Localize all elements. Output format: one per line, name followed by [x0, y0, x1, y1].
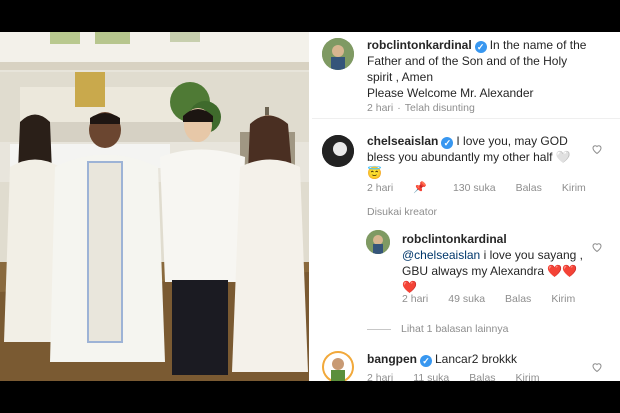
reply-time: 2 hari — [402, 293, 429, 305]
comment-3: bangpen ✓ Lancar2 brokkk — [367, 351, 602, 367]
verified-badge-icon: ✓ — [441, 137, 454, 149]
commenter-avatar[interactable] — [322, 351, 354, 381]
reply-line-2: GBU always my Alexandra — [402, 264, 545, 278]
comment-1: chelseaislan ✓ I love you, may GOD bless y… — [367, 133, 602, 181]
post-caption: robclintonkardinal ✓ In the name of the Fa… — [367, 37, 617, 101]
reply-meta: 2 hari 49 suka Balas Kirim — [402, 293, 595, 305]
comment-3-reply-button[interactable]: Balas — [469, 372, 495, 381]
caption-line-1: In the name of the — [489, 38, 587, 52]
comment-3-likes[interactable]: 11 suka — [413, 372, 449, 381]
comment-1-send-button[interactable]: Kirim — [562, 182, 586, 194]
red-heart-emoji: ❤️ — [402, 280, 417, 294]
reply-mention-link[interactable]: @chelseaislan — [402, 248, 480, 262]
verified-badge-icon: ✓ — [474, 41, 487, 53]
comment-1-reply-button[interactable]: Balas — [516, 182, 542, 194]
comments-panel: robclintonkardinal ✓ In the name of the Fa… — [312, 32, 620, 381]
avatar-image — [366, 230, 390, 254]
pin-icon[interactable]: 📌 — [413, 182, 427, 194]
post-edited-label: Telah disunting — [404, 102, 475, 114]
comment-1-line-1: I love you, may GOD — [456, 134, 568, 148]
post-meta: 2 hari · Telah disunting — [367, 102, 495, 114]
reply-author-avatar[interactable] — [366, 230, 390, 254]
reply-comment: robclintonkardinal @chelseaislan i love … — [402, 231, 602, 295]
reply-reply-button[interactable]: Balas — [505, 293, 531, 305]
comment-3-username[interactable]: bangpen — [367, 352, 417, 366]
liked-by-creator-label: Disukai kreator — [367, 206, 438, 218]
comment-3-text: Lancar2 brokkk — [435, 352, 518, 366]
like-heart-icon[interactable] — [591, 361, 603, 373]
post-viewer: robclintonkardinal ✓ In the name of the Fa… — [0, 32, 620, 381]
comment-3-send-button[interactable]: Kirim — [516, 372, 540, 381]
author-avatar[interactable] — [322, 38, 354, 70]
comment-1-username[interactable]: chelseaislan — [367, 134, 438, 148]
caption-line-3: spirit , Amen — [367, 70, 434, 84]
red-hearts-emoji: ❤️❤️ — [547, 264, 578, 278]
smiling-halo-emoji: 😇 — [367, 166, 382, 180]
replies-divider — [367, 329, 391, 330]
like-heart-icon[interactable] — [591, 143, 603, 155]
comment-1-time: 2 hari — [367, 182, 394, 194]
comment-1-likes[interactable]: 130 suka — [453, 182, 496, 194]
reply-likes[interactable]: 49 suka — [448, 293, 485, 305]
post-photo — [0, 32, 309, 381]
reply-line-1: i love you sayang , — [483, 248, 583, 262]
post-time: 2 hari — [367, 102, 394, 114]
caption-line-2: Father and of the Son and of the Holy — [367, 54, 568, 68]
white-heart-emoji: 🤍 — [555, 150, 571, 164]
meta-separator: · — [397, 102, 401, 114]
comment-1-meta: 2 hari 📌 130 suka Balas Kirim — [367, 181, 606, 194]
church-photo-illustration — [0, 32, 309, 381]
reply-send-button[interactable]: Kirim — [551, 293, 575, 305]
avatar-image — [322, 38, 354, 70]
caption-divider — [312, 118, 620, 119]
caption-line-4: Please Welcome Mr. Alexander — [367, 86, 534, 100]
avatar-image — [322, 135, 354, 167]
comment-3-time: 2 hari — [367, 372, 394, 381]
reply-username[interactable]: robclintonkardinal — [402, 232, 507, 246]
view-more-replies-link[interactable]: Lihat 1 balasan lainnya — [401, 323, 508, 335]
comment-3-meta: 2 hari 11 suka Balas Kirim — [367, 372, 559, 381]
verified-badge-icon: ✓ — [420, 355, 432, 367]
avatar-image — [322, 351, 354, 381]
like-heart-icon[interactable] — [591, 241, 603, 253]
author-username[interactable]: robclintonkardinal — [367, 38, 472, 52]
commenter-avatar[interactable] — [322, 135, 354, 167]
comment-1-line-2: bless you abundantly my other half — [367, 150, 553, 164]
